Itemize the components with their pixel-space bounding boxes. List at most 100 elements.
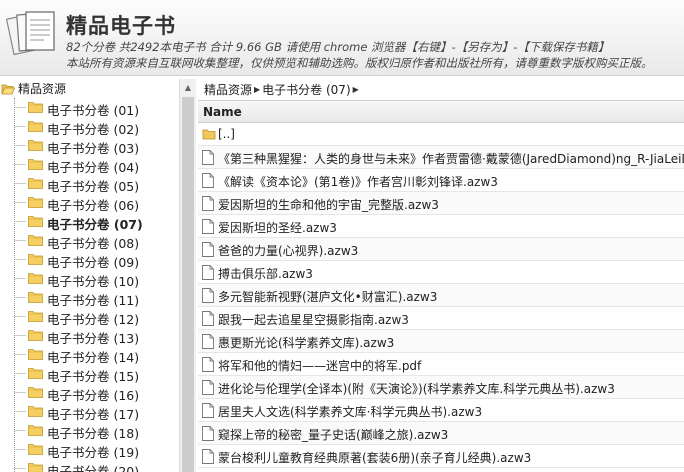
folder-icon	[28, 140, 43, 151]
folder-tree: 精品资源 电子书分卷 (01) 电子书分卷 (02) 电子书分卷 (03) 电子书分卷…	[0, 79, 179, 472]
folder-icon	[28, 121, 43, 132]
tree-connector-icon	[14, 164, 26, 165]
file-icon	[202, 426, 214, 441]
tree-item[interactable]: 电子书分卷 (18)	[0, 421, 179, 441]
folder-icon	[28, 330, 43, 341]
file-name: 爱因斯坦的生命和他的宇宙_完整版.azw3	[218, 198, 439, 212]
tree-item[interactable]: 电子书分卷 (13)	[0, 326, 179, 346]
folder-icon	[28, 159, 43, 170]
file-name: 搏击俱乐部.azw3	[218, 267, 313, 281]
folder-icon	[28, 102, 43, 113]
file-icon	[202, 265, 214, 280]
tree-scrollbar[interactable]: ▲	[179, 79, 196, 472]
file-icon	[202, 403, 214, 418]
tree-item[interactable]: 电子书分卷 (11)	[0, 288, 179, 308]
file-icon	[202, 196, 214, 211]
file-name: 将军和他的情妇——迷宫中的将军.pdf	[218, 359, 422, 373]
file-icon	[202, 150, 214, 165]
folder-icon	[28, 368, 43, 379]
file-row[interactable]: 窥探上帝的秘密_量子史话(巅峰之旅).azw3	[198, 422, 684, 445]
file-icon	[202, 449, 214, 464]
tree-items: 电子书分卷 (01) 电子书分卷 (02) 电子书分卷 (03) 电子书分卷 (04)…	[0, 98, 179, 472]
tree-connector-icon	[14, 259, 26, 260]
tree-connector-icon	[14, 430, 26, 431]
tree-connector-icon	[14, 411, 26, 412]
scroll-up-arrow-icon[interactable]: ▲	[180, 79, 196, 96]
folder-icon	[28, 463, 43, 472]
tree-item[interactable]: 电子书分卷 (03)	[0, 136, 179, 156]
folder-icon	[28, 216, 43, 227]
file-name: 蒙台梭利儿童教育经典原著(套装6册)(亲子育儿经典).azw3	[218, 451, 532, 465]
folder-icon	[28, 273, 43, 284]
file-row[interactable]: 《解读《资本论》(第1卷)》作者宫川彰刘锋译.azw3	[198, 169, 684, 192]
tree-item[interactable]: 电子书分卷 (15)	[0, 364, 179, 384]
file-name: 爱因斯坦的圣经.azw3	[218, 221, 337, 235]
file-name: 爸爸的力量(心视界).azw3	[218, 244, 359, 258]
tree-connector-icon	[14, 354, 26, 355]
folder-up-icon	[202, 129, 216, 140]
breadcrumb: 精品资源 ▶ 电子书分卷 (07) ▶	[198, 79, 684, 99]
file-icon	[202, 380, 214, 395]
breadcrumb-current[interactable]: 电子书分卷 (07)	[262, 81, 350, 98]
tree-item[interactable]: 电子书分卷 (04)	[0, 155, 179, 175]
file-name: 多元智能新视野(湛庐文化•财富汇).azw3	[218, 290, 438, 304]
folder-icon	[28, 406, 43, 417]
tree-connector-icon	[14, 278, 26, 279]
file-row[interactable]: 进化论与伦理学(全译本)(附《天演论》)(科学素养文库.科学元典丛书).azw3	[198, 376, 684, 399]
file-name: 居里夫人文选(科学素养文库·科学元典丛书).azw3	[218, 405, 483, 419]
file-icon	[202, 219, 214, 234]
tree-connector-icon	[14, 145, 26, 146]
file-row[interactable]: 搏击俱乐部.azw3	[198, 261, 684, 284]
file-row[interactable]: 多元智能新视野(湛庐文化•财富汇).azw3	[198, 284, 684, 307]
app-header: 精品电子书 82个分卷 共2492本电子书 合计 9.66 GB 请使用 chr…	[0, 0, 684, 76]
tree-item[interactable]: 电子书分卷 (05)	[0, 174, 179, 194]
folder-open-icon	[1, 84, 15, 94]
file-row[interactable]: 居里夫人文选(科学素养文库·科学元典丛书).azw3	[198, 399, 684, 422]
scrollbar-thumb[interactable]	[182, 97, 194, 472]
file-row[interactable]: 爱因斯坦的圣经.azw3	[198, 215, 684, 238]
file-name: 《解读《资本论》(第1卷)》作者宫川彰刘锋译.azw3	[218, 175, 498, 189]
file-name: 跟我一起去追星星空摄影指南.azw3	[218, 313, 409, 327]
tree-item[interactable]: 电子书分卷 (17)	[0, 402, 179, 422]
file-row[interactable]: 蒙台梭利儿童教育经典原著(套装6册)(亲子育儿经典).azw3	[198, 445, 684, 468]
stats-line: 82个分卷 共2492本电子书 合计 9.66 GB 请使用 chrome 浏览…	[66, 40, 610, 54]
tree-item[interactable]: 电子书分卷 (02)	[0, 117, 179, 137]
tree-connector-icon	[14, 468, 26, 469]
file-icon	[202, 311, 214, 326]
tree-item[interactable]: 电子书分卷 (16)	[0, 383, 179, 403]
parent-folder-row[interactable]: [..]	[198, 123, 684, 146]
folder-icon	[28, 311, 43, 322]
file-row[interactable]: 惠更斯光论(科学素养文库).azw3	[198, 330, 684, 353]
tree-connector-icon	[14, 297, 26, 298]
tree-item[interactable]: 电子书分卷 (08)	[0, 231, 179, 251]
tree-item[interactable]: 电子书分卷 (10)	[0, 269, 179, 289]
file-row[interactable]: 将军和他的情妇——迷宫中的将军.pdf	[198, 353, 684, 376]
file-row[interactable]: 爸爸的力量(心视界).azw3	[198, 238, 684, 261]
tree-item[interactable]: 电子书分卷 (07)	[0, 212, 179, 232]
column-header-name[interactable]: Name	[198, 100, 684, 123]
tree-item[interactable]: 电子书分卷 (12)	[0, 307, 179, 327]
tree-connector-icon	[14, 335, 26, 336]
tree-connector-icon	[14, 316, 26, 317]
file-list: [..] 《第三种黑猩猩：人类的身世与未来》作者贾雷德·戴蒙德(JaredDia…	[198, 123, 684, 468]
folder-icon	[28, 425, 43, 436]
tree-item[interactable]: 电子书分卷 (06)	[0, 193, 179, 213]
tree-item[interactable]: 电子书分卷 (01)	[0, 98, 179, 118]
file-row[interactable]: 跟我一起去追星星空摄影指南.azw3	[198, 307, 684, 330]
tree-root[interactable]: 精品资源	[0, 79, 66, 98]
file-icon	[202, 173, 214, 188]
breadcrumb-root[interactable]: 精品资源	[204, 81, 252, 98]
tree-item[interactable]: 电子书分卷 (19)	[0, 440, 179, 460]
tree-item-label: 电子书分卷 (20)	[47, 464, 140, 472]
tree-item[interactable]: 电子书分卷 (14)	[0, 345, 179, 365]
file-name: 《第三种黑猩猩：人类的身世与未来》作者贾雷德·戴蒙德(JaredDiamond)…	[218, 152, 684, 166]
tree-item[interactable]: 电子书分卷 (09)	[0, 250, 179, 270]
folder-icon	[28, 387, 43, 398]
folder-icon	[28, 292, 43, 303]
folder-icon	[28, 254, 43, 265]
disclaimer-line: 本站所有资源来自互联网收集整理，仅供预览和辅助选购。版权归原作者和出版社所有，请…	[66, 56, 653, 70]
file-row[interactable]: 《第三种黑猩猩：人类的身世与未来》作者贾雷德·戴蒙德(JaredDiamond)…	[198, 146, 684, 169]
tree-item[interactable]: 电子书分卷 (20)	[0, 459, 179, 472]
file-row[interactable]: 爱因斯坦的生命和他的宇宙_完整版.azw3	[198, 192, 684, 215]
breadcrumb-separator-icon: ▶	[254, 84, 261, 94]
